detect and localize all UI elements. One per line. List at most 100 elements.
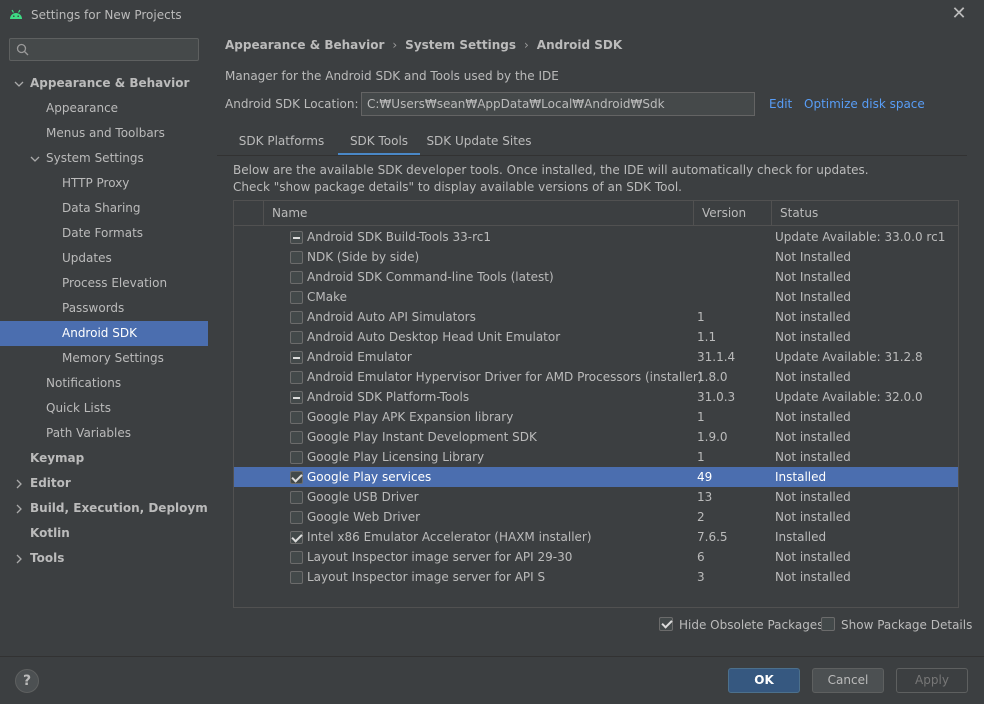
edit-link[interactable]: Edit: [769, 97, 792, 111]
row-checkbox[interactable]: [290, 371, 303, 384]
row-checkbox[interactable]: [290, 311, 303, 324]
row-checkbox[interactable]: [290, 551, 303, 564]
row-checkbox[interactable]: [290, 531, 303, 544]
row-checkbox[interactable]: [290, 351, 303, 364]
table-row[interactable]: Intel x86 Emulator Accelerator (HAXM ins…: [234, 527, 958, 547]
row-checkbox[interactable]: [290, 331, 303, 344]
title-bar: Settings for New Projects ✕: [0, 0, 984, 30]
row-checkbox[interactable]: [290, 291, 303, 304]
row-checkbox[interactable]: [290, 251, 303, 264]
chevron-right-icon[interactable]: [14, 479, 24, 489]
table-row[interactable]: Android Emulator 31.1.4 Update Available: …: [234, 347, 958, 367]
chevron-right-icon[interactable]: [14, 504, 24, 514]
sidebar-item[interactable]: Appearance: [0, 96, 208, 121]
sidebar-item-label: Notifications: [46, 376, 122, 390]
sidebar-item[interactable]: Quick Lists: [0, 396, 208, 421]
sidebar-item[interactable]: HTTP Proxy: [0, 171, 208, 196]
row-status: Not installed: [775, 490, 851, 504]
row-version: 1: [697, 450, 705, 464]
row-checkbox[interactable]: [290, 451, 303, 464]
sidebar-item[interactable]: Notifications: [0, 371, 208, 396]
sidebar-item[interactable]: Passwords: [0, 296, 208, 321]
row-version: 3: [697, 570, 705, 584]
column-header-version[interactable]: Version: [693, 201, 771, 226]
sidebar-item[interactable]: Kotlin: [0, 521, 208, 546]
breadcrumb-item[interactable]: Appearance & Behavior: [225, 38, 384, 52]
table-row[interactable]: Layout Inspector image server for API 29…: [234, 547, 958, 567]
table-row[interactable]: Android Auto Desktop Head Unit Emulator 1…: [234, 327, 958, 347]
row-name: Layout Inspector image server for API S: [307, 570, 546, 584]
table-row[interactable]: Layout Inspector image server for API S 3…: [234, 567, 958, 587]
row-status: Not installed: [775, 570, 851, 584]
sidebar-item[interactable]: Menus and Toolbars: [0, 121, 208, 146]
row-status: Not Installed: [775, 290, 851, 304]
table-row[interactable]: Google USB Driver 13 Not installed: [234, 487, 958, 507]
row-name: Google Play services: [307, 470, 432, 484]
column-header-name[interactable]: Name: [263, 201, 693, 226]
sidebar-item[interactable]: Keymap: [0, 446, 208, 471]
sidebar-item[interactable]: System Settings: [0, 146, 208, 171]
row-version: 1: [697, 410, 705, 424]
optimize-disk-space-link[interactable]: Optimize disk space: [804, 97, 925, 111]
row-name: Google Play Instant Development SDK: [307, 430, 537, 444]
tab-sdk-update-sites[interactable]: SDK Update Sites: [420, 128, 538, 156]
table-row[interactable]: Google Play services 49 Installed: [234, 467, 958, 487]
breadcrumb-item[interactable]: System Settings: [405, 38, 516, 52]
table-row[interactable]: Google Play Instant Development SDK 1.9.0…: [234, 427, 958, 447]
table-row[interactable]: CMake Not Installed: [234, 287, 958, 307]
table-row[interactable]: NDK (Side by side) Not Installed: [234, 247, 958, 267]
table-row[interactable]: Google Play Licensing Library 1 Not instal…: [234, 447, 958, 467]
sidebar-item[interactable]: Build, Execution, Deployment: [0, 496, 230, 521]
chevron-down-icon[interactable]: [14, 79, 24, 89]
sidebar-item[interactable]: Data Sharing: [0, 196, 208, 221]
table-row[interactable]: Google Play APK Expansion library 1 Not in…: [234, 407, 958, 427]
sidebar-item[interactable]: Appearance & Behavior: [0, 71, 208, 96]
row-checkbox[interactable]: [290, 391, 303, 404]
apply-button[interactable]: Apply: [896, 668, 968, 693]
cancel-button[interactable]: Cancel: [812, 668, 884, 693]
sdk-location-field[interactable]: [361, 92, 755, 116]
table-row[interactable]: Android SDK Build-Tools 33-rc1 Update Ava…: [234, 227, 958, 247]
row-checkbox[interactable]: [290, 511, 303, 524]
sidebar-item-label: Android SDK: [62, 326, 137, 340]
close-icon[interactable]: ✕: [949, 4, 969, 24]
search-input[interactable]: [9, 38, 199, 61]
sidebar-item[interactable]: Memory Settings: [0, 346, 208, 371]
hide-obsolete-checkbox[interactable]: [659, 617, 673, 631]
table-row[interactable]: Android SDK Platform-Tools 31.0.3 Update A…: [234, 387, 958, 407]
row-checkbox[interactable]: [290, 431, 303, 444]
column-header-status[interactable]: Status: [771, 201, 958, 226]
row-version: 49: [697, 470, 713, 484]
tab-sdk-platforms[interactable]: SDK Platforms: [225, 128, 338, 156]
row-checkbox[interactable]: [290, 571, 303, 584]
sidebar-item-label: Appearance & Behavior: [30, 76, 190, 90]
sidebar-item[interactable]: Updates: [0, 246, 208, 271]
sidebar-item[interactable]: Path Variables: [0, 421, 208, 446]
ok-button[interactable]: OK: [728, 668, 800, 693]
row-checkbox[interactable]: [290, 271, 303, 284]
show-details-checkbox[interactable]: [821, 617, 835, 631]
sidebar-item-label: Quick Lists: [46, 401, 111, 415]
table-row[interactable]: Android Emulator Hypervisor Driver for A…: [234, 367, 958, 387]
help-icon[interactable]: ?: [15, 669, 39, 693]
row-checkbox[interactable]: [290, 471, 303, 484]
sidebar-item[interactable]: Date Formats: [0, 221, 208, 246]
row-checkbox[interactable]: [290, 491, 303, 504]
table-row[interactable]: Android SDK Command-line Tools (latest) N…: [234, 267, 958, 287]
chevron-down-icon[interactable]: [30, 154, 40, 164]
sidebar-item[interactable]: Tools: [0, 546, 208, 571]
row-name: Android Emulator: [307, 350, 412, 364]
table-row[interactable]: Google Web Driver 2 Not installed: [234, 507, 958, 527]
chevron-right-icon[interactable]: [14, 554, 24, 564]
row-checkbox[interactable]: [290, 231, 303, 244]
tab-divider: [217, 155, 967, 156]
row-checkbox[interactable]: [290, 411, 303, 424]
sidebar-item[interactable]: Android SDK: [0, 321, 208, 346]
row-name: Google USB Driver: [307, 490, 419, 504]
sidebar-item-label: Date Formats: [62, 226, 144, 240]
row-status: Not installed: [775, 550, 851, 564]
tab-sdk-tools[interactable]: SDK Tools: [338, 128, 420, 156]
table-row[interactable]: Android Auto API Simulators 1 Not installe…: [234, 307, 958, 327]
sidebar-item[interactable]: Editor: [0, 471, 208, 496]
sidebar-item[interactable]: Process Elevation: [0, 271, 208, 296]
